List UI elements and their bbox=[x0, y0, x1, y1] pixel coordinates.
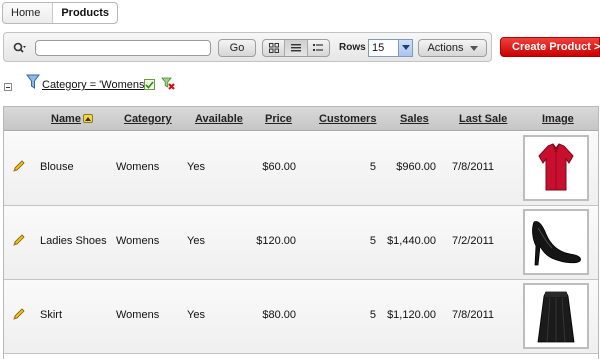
cell-customers: 5 bbox=[369, 235, 376, 247]
cell-sales: $1,120.00 bbox=[387, 309, 436, 321]
cell-price: $60.00 bbox=[262, 161, 296, 173]
cell-category: Womens bbox=[116, 235, 160, 247]
detail-list-icon bbox=[313, 44, 324, 51]
product-image[interactable] bbox=[523, 283, 589, 349]
blouse-icon bbox=[538, 143, 574, 191]
shoe-icon bbox=[532, 221, 581, 266]
cell-name: Ladies Shoes bbox=[40, 235, 107, 247]
rows-label: Rows bbox=[339, 42, 366, 53]
pencil-icon[interactable] bbox=[12, 233, 26, 247]
rows-select[interactable]: 15 bbox=[368, 39, 413, 57]
go-button[interactable]: Go bbox=[218, 39, 256, 57]
column-header-last-sale[interactable]: Last Sale bbox=[459, 113, 507, 125]
grid-icon bbox=[268, 43, 279, 53]
cell-last-sale: 7/8/2011 bbox=[452, 161, 495, 173]
cell-price: $80.00 bbox=[262, 309, 296, 321]
column-header-customers[interactable]: Customers bbox=[319, 113, 376, 125]
cell-available: Yes bbox=[187, 161, 205, 173]
caret-down-icon bbox=[469, 45, 478, 51]
filter-icon bbox=[26, 74, 40, 89]
filter-condition-link[interactable]: Category = 'Womens' bbox=[42, 79, 147, 91]
column-header-category[interactable]: Category bbox=[124, 113, 172, 125]
product-image[interactable] bbox=[523, 209, 589, 275]
report-toolbar: Go Rows 15 Actions bbox=[3, 32, 492, 62]
icon-view-button[interactable] bbox=[263, 40, 286, 56]
column-header-name-label: Name bbox=[51, 113, 81, 125]
remove-filter-icon[interactable] bbox=[161, 77, 175, 91]
column-header-image[interactable]: Image bbox=[542, 113, 574, 125]
cell-name: Skirt bbox=[40, 309, 62, 321]
cell-sales: $1,440.00 bbox=[387, 235, 436, 247]
cell-category: Womens bbox=[116, 309, 160, 321]
table-row: Skirt Womens Yes $80.00 5 $1,120.00 7/8/… bbox=[4, 280, 598, 354]
cell-price: $120.00 bbox=[256, 235, 296, 247]
cell-available: Yes bbox=[187, 235, 205, 247]
cell-available: Yes bbox=[187, 309, 205, 321]
column-header-price[interactable]: Price bbox=[265, 113, 292, 125]
filter-enabled-checkbox[interactable] bbox=[144, 79, 155, 90]
products-report: Name Category Available Price Customers … bbox=[3, 106, 599, 359]
detail-view-button[interactable] bbox=[308, 40, 329, 56]
cell-customers: 5 bbox=[369, 161, 376, 173]
cell-last-sale: 7/8/2011 bbox=[452, 309, 495, 321]
cell-category: Womens bbox=[116, 161, 160, 173]
table-header: Name Category Available Price Customers … bbox=[4, 107, 598, 131]
actions-label: Actions bbox=[427, 42, 464, 54]
breadcrumb-current: Products bbox=[53, 3, 118, 23]
report-view-button[interactable] bbox=[285, 40, 308, 56]
cell-customers: 5 bbox=[369, 309, 376, 321]
cell-last-sale: 7/2/2011 bbox=[452, 235, 495, 247]
skirt-icon bbox=[537, 291, 575, 343]
rows-select-value: 15 bbox=[372, 42, 385, 54]
breadcrumb: Home Products bbox=[2, 2, 119, 24]
column-header-available[interactable]: Available bbox=[195, 113, 243, 125]
chevron-down-icon[interactable] bbox=[398, 40, 412, 56]
pencil-icon[interactable] bbox=[12, 159, 26, 173]
pencil-icon[interactable] bbox=[12, 307, 26, 321]
list-icon bbox=[290, 44, 301, 52]
search-input[interactable] bbox=[35, 40, 211, 56]
sort-ascending-icon[interactable] bbox=[82, 114, 93, 123]
product-image[interactable] bbox=[523, 135, 589, 201]
cell-name: Blouse bbox=[40, 161, 74, 173]
create-product-button[interactable]: Create Product > bbox=[500, 37, 600, 57]
table-row: Ladies Shoes Womens Yes $120.00 5 $1,440… bbox=[4, 206, 598, 280]
breadcrumb-home[interactable]: Home bbox=[3, 3, 54, 23]
search-icon[interactable] bbox=[13, 42, 27, 54]
column-header-name[interactable]: Name bbox=[51, 113, 93, 125]
cell-sales: $960.00 bbox=[396, 161, 436, 173]
view-mode-group bbox=[262, 39, 330, 57]
actions-button[interactable]: Actions bbox=[418, 39, 487, 57]
column-header-sales[interactable]: Sales bbox=[400, 113, 429, 125]
checkmark-icon bbox=[145, 80, 154, 89]
collapse-filters-icon[interactable] bbox=[4, 83, 12, 91]
table-row: Blouse Womens Yes $60.00 5 $960.00 7/8/2… bbox=[4, 132, 598, 206]
